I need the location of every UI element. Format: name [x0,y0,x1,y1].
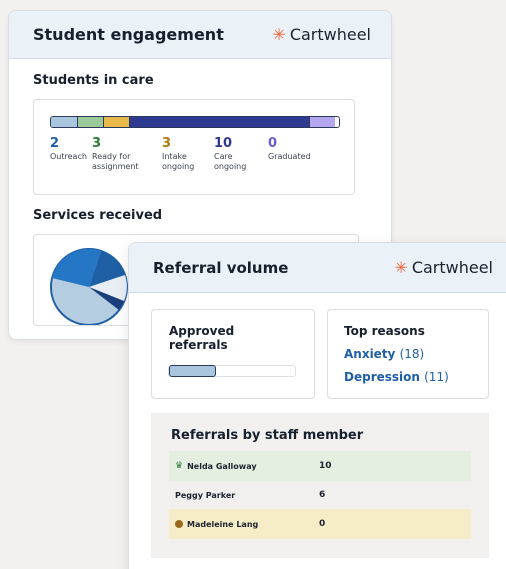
crown-icon: ♛ [175,461,184,471]
staff-panel-title: Referrals by staff member [171,428,364,443]
staff-row: Madeleine Lang 0 [169,509,471,539]
care-stage-segment [129,117,309,127]
approved-progress-track [168,365,296,377]
care-stat-label: Intake [162,152,187,161]
care-stat-label: ongoing [162,162,195,171]
staff-row: ♛ Nelda Galloway 10 [169,451,471,481]
reason-item-depression: Depression (11) [344,370,449,384]
care-stat-label: Ready for [92,152,131,161]
staff-name: Nelda Galloway [187,461,257,471]
staff-name-cell: ♛ Nelda Galloway [169,461,319,471]
care-stage-segment [77,117,103,127]
staff-referral-count: 6 [319,490,326,500]
care-stat-label: Care [214,152,233,161]
staff-referral-count: 0 [319,519,326,529]
care-stat-label: Graduated [268,152,311,161]
top-reasons-card: Top reasons Anxiety (18) Depression (11) [327,309,489,399]
staff-row: Peggy Parker 6 [169,480,471,510]
staff-name-cell: Peggy Parker [169,491,319,500]
asterisk-icon: ✳ [394,258,408,277]
reason-label: Depression [344,370,420,384]
care-stat-count: 3 [92,136,102,151]
care-stat-count: 2 [50,136,60,151]
care-stage-bar [50,116,340,128]
staff-name: Peggy Parker [175,490,236,500]
care-stat: 0 Graduated [268,136,311,162]
asterisk-icon: ✳ [272,25,286,44]
care-stage-segment [51,117,77,127]
reason-count: (11) [424,370,449,384]
brand-name: Cartwheel [411,258,493,277]
title-line: Approved [169,324,235,338]
care-stat-label: ongoing [214,162,247,171]
approved-referrals-card: Approved referrals [151,309,315,399]
care-stat-count: 3 [162,136,172,151]
care-stage-segment [309,117,335,127]
reason-item-anxiety: Anxiety (18) [344,347,424,361]
brand-logo: ✳ Cartwheel [394,258,493,277]
section-title-students-in-care: Students in care [33,73,154,88]
care-stat-count: 0 [268,136,278,151]
card-title: Referral volume [153,258,289,277]
care-stat-count: 10 [214,136,233,151]
approved-progress-fill [169,365,216,377]
brand-logo: ✳ Cartwheel [272,25,371,44]
care-stat: 2 Outreach [50,136,87,162]
top-reasons-title: Top reasons [344,324,425,338]
approved-referrals-title: Approved referrals [169,324,234,352]
brand-name: Cartwheel [289,25,371,44]
card-header: Referral volume ✳ Cartwheel [129,243,506,293]
card-title: Student engagement [33,25,224,44]
care-stat: 3 Intake ongoing [162,136,194,172]
dot-icon [175,520,183,528]
care-stat-label: assignment [92,162,139,171]
care-stat: 3 Ready for assignment [92,136,139,172]
referral-volume-card: Referral volume ✳ Cartwheel Approved ref… [128,242,506,569]
care-stat: 10 Care ongoing [214,136,246,172]
care-stage-segment [103,117,129,127]
students-in-care-panel: 2 Outreach 3 Ready for assignment 3 Intake ongo… [33,99,355,195]
care-stat-label: Outreach [50,152,87,161]
title-line: referrals [169,338,228,352]
staff-name-cell: Madeleine Lang [169,520,319,529]
reason-label: Anxiety [344,347,396,361]
section-title-services-received: Services received [33,208,163,223]
reason-count: (18) [399,347,425,361]
staff-referral-count: 10 [319,461,332,471]
staff-name: Madeleine Lang [187,519,259,529]
card-header: Student engagement ✳ Cartwheel [9,11,391,59]
referrals-by-staff-panel: Referrals by staff member ♛ Nelda Gallow… [151,413,489,558]
